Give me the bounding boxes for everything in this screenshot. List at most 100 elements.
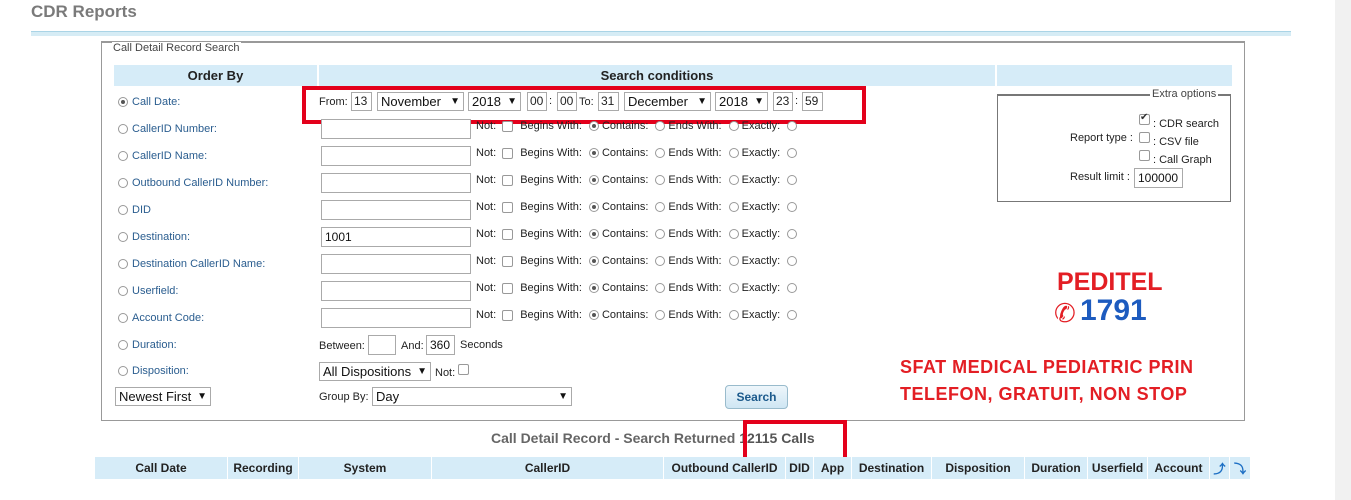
col-system[interactable]: System [299,457,432,479]
order-duration[interactable]: Duration: [118,339,177,351]
contains-radio[interactable] [655,175,666,185]
not-checkbox[interactable] [502,282,514,294]
sort-desc-icon[interactable]: ⤵ [1230,457,1251,479]
begins-radio[interactable] [588,229,599,239]
not-checkbox[interactable] [502,228,514,240]
exactly-radio[interactable] [787,256,798,266]
not-checkbox[interactable] [502,201,514,213]
begins-radio[interactable] [588,148,599,158]
col-duration[interactable]: Duration [1025,457,1088,479]
userfield-input[interactable] [321,281,471,301]
outbound-callerid-input[interactable] [321,173,471,193]
ends-radio[interactable] [728,148,739,158]
not-checkbox[interactable] [502,255,514,267]
call-date-radio[interactable] [118,97,128,107]
ends-radio[interactable] [728,121,739,131]
exactly-radio[interactable] [787,229,798,239]
ends-radio[interactable] [728,310,739,320]
col-disposition[interactable]: Disposition [932,457,1025,479]
search-button[interactable]: Search [725,385,788,409]
ends-radio[interactable] [728,283,739,293]
destination-callerid-name-radio[interactable] [118,259,128,269]
not-label: Not: [476,147,497,159]
duration-to-input[interactable]: 360 [426,335,455,355]
duration-from-input[interactable] [368,335,396,355]
col-did[interactable]: DID [786,457,814,479]
destination-input[interactable]: 1001 [321,227,471,247]
destination-radio[interactable] [118,232,128,242]
contains-radio[interactable] [655,202,666,212]
col-call-date[interactable]: Call Date [95,457,228,479]
ends-radio[interactable] [728,256,739,266]
order-outbound-callerid[interactable]: Outbound CallerID Number: [118,177,268,189]
between-label: Between: [319,340,365,352]
not-checkbox[interactable] [502,147,514,159]
col-userfield[interactable]: Userfield [1088,457,1148,479]
order-userfield[interactable]: Userfield: [118,285,178,297]
col-recording[interactable]: Recording [228,457,299,479]
order-call-date[interactable]: Call Date: [118,96,180,108]
did-input[interactable] [321,200,471,220]
begins-label: Begins With: [520,255,582,267]
not-checkbox[interactable] [502,174,514,186]
sort-order-select[interactable]: Newest First ▼ [115,387,211,406]
begins-radio[interactable] [588,175,599,185]
exactly-radio[interactable] [787,283,798,293]
exactly-radio[interactable] [787,175,798,185]
outbound-callerid-radio[interactable] [118,178,128,188]
order-did[interactable]: DID [118,204,151,216]
order-callerid-name[interactable]: CallerID Name: [118,150,207,162]
callerid-number-input[interactable] [321,119,471,139]
disposition-not-checkbox[interactable] [458,364,469,375]
sort-asc-icon[interactable]: ⤴ [1210,457,1230,479]
contains-radio[interactable] [655,121,666,131]
contains-radio[interactable] [655,229,666,239]
page-scrollbar[interactable] [1335,0,1351,500]
call-graph-checkbox[interactable] [1139,150,1150,161]
exactly-radio[interactable] [787,310,798,320]
order-destination-callerid-name[interactable]: Destination CallerID Name: [118,258,265,270]
col-callerid[interactable]: CallerID [432,457,664,479]
contains-radio[interactable] [655,256,666,266]
exactly-radio[interactable] [787,202,798,212]
callerid-number-radio[interactable] [118,124,128,134]
col-app[interactable]: App [814,457,852,479]
col-outbound-callerid[interactable]: Outbound CallerID [664,457,786,479]
result-limit-input[interactable]: 100000 [1134,168,1183,188]
col-destination[interactable]: Destination [852,457,932,479]
begins-radio[interactable] [588,256,599,266]
ends-radio[interactable] [728,202,739,212]
begins-radio[interactable] [588,310,599,320]
disposition-radio[interactable] [118,366,128,376]
begins-radio[interactable] [588,202,599,212]
ends-radio[interactable] [728,175,739,185]
ends-radio[interactable] [728,229,739,239]
begins-radio[interactable] [588,283,599,293]
order-disposition[interactable]: Disposition: [118,365,189,377]
duration-radio[interactable] [118,340,128,350]
not-checkbox[interactable] [502,309,514,321]
did-radio[interactable] [118,205,128,215]
userfield-radio[interactable] [118,286,128,296]
account-code-input[interactable] [321,308,471,328]
contains-radio[interactable] [655,283,666,293]
col-account[interactable]: Account [1148,457,1210,479]
destination-callerid-name-input[interactable] [321,254,471,274]
order-account-code[interactable]: Account Code: [118,312,204,324]
group-by-select[interactable]: Day ▼ [372,387,572,406]
order-callerid-number[interactable]: CallerID Number: [118,123,217,135]
order-destination[interactable]: Destination: [118,231,190,243]
cdr-search-checkbox[interactable] [1139,112,1150,125]
begins-radio[interactable] [588,121,599,131]
disposition-select[interactable]: All Dispositions ▼ [319,362,431,381]
exactly-radio[interactable] [787,148,798,158]
group-by-label: Group By: [319,391,369,403]
callerid-name-radio[interactable] [118,151,128,161]
contains-radio[interactable] [655,310,666,320]
callerid-name-input[interactable] [321,146,471,166]
contains-radio[interactable] [655,148,666,158]
exactly-radio[interactable] [787,121,798,131]
csv-file-checkbox[interactable] [1139,132,1150,143]
account-code-radio[interactable] [118,313,128,323]
not-checkbox[interactable] [502,120,514,132]
